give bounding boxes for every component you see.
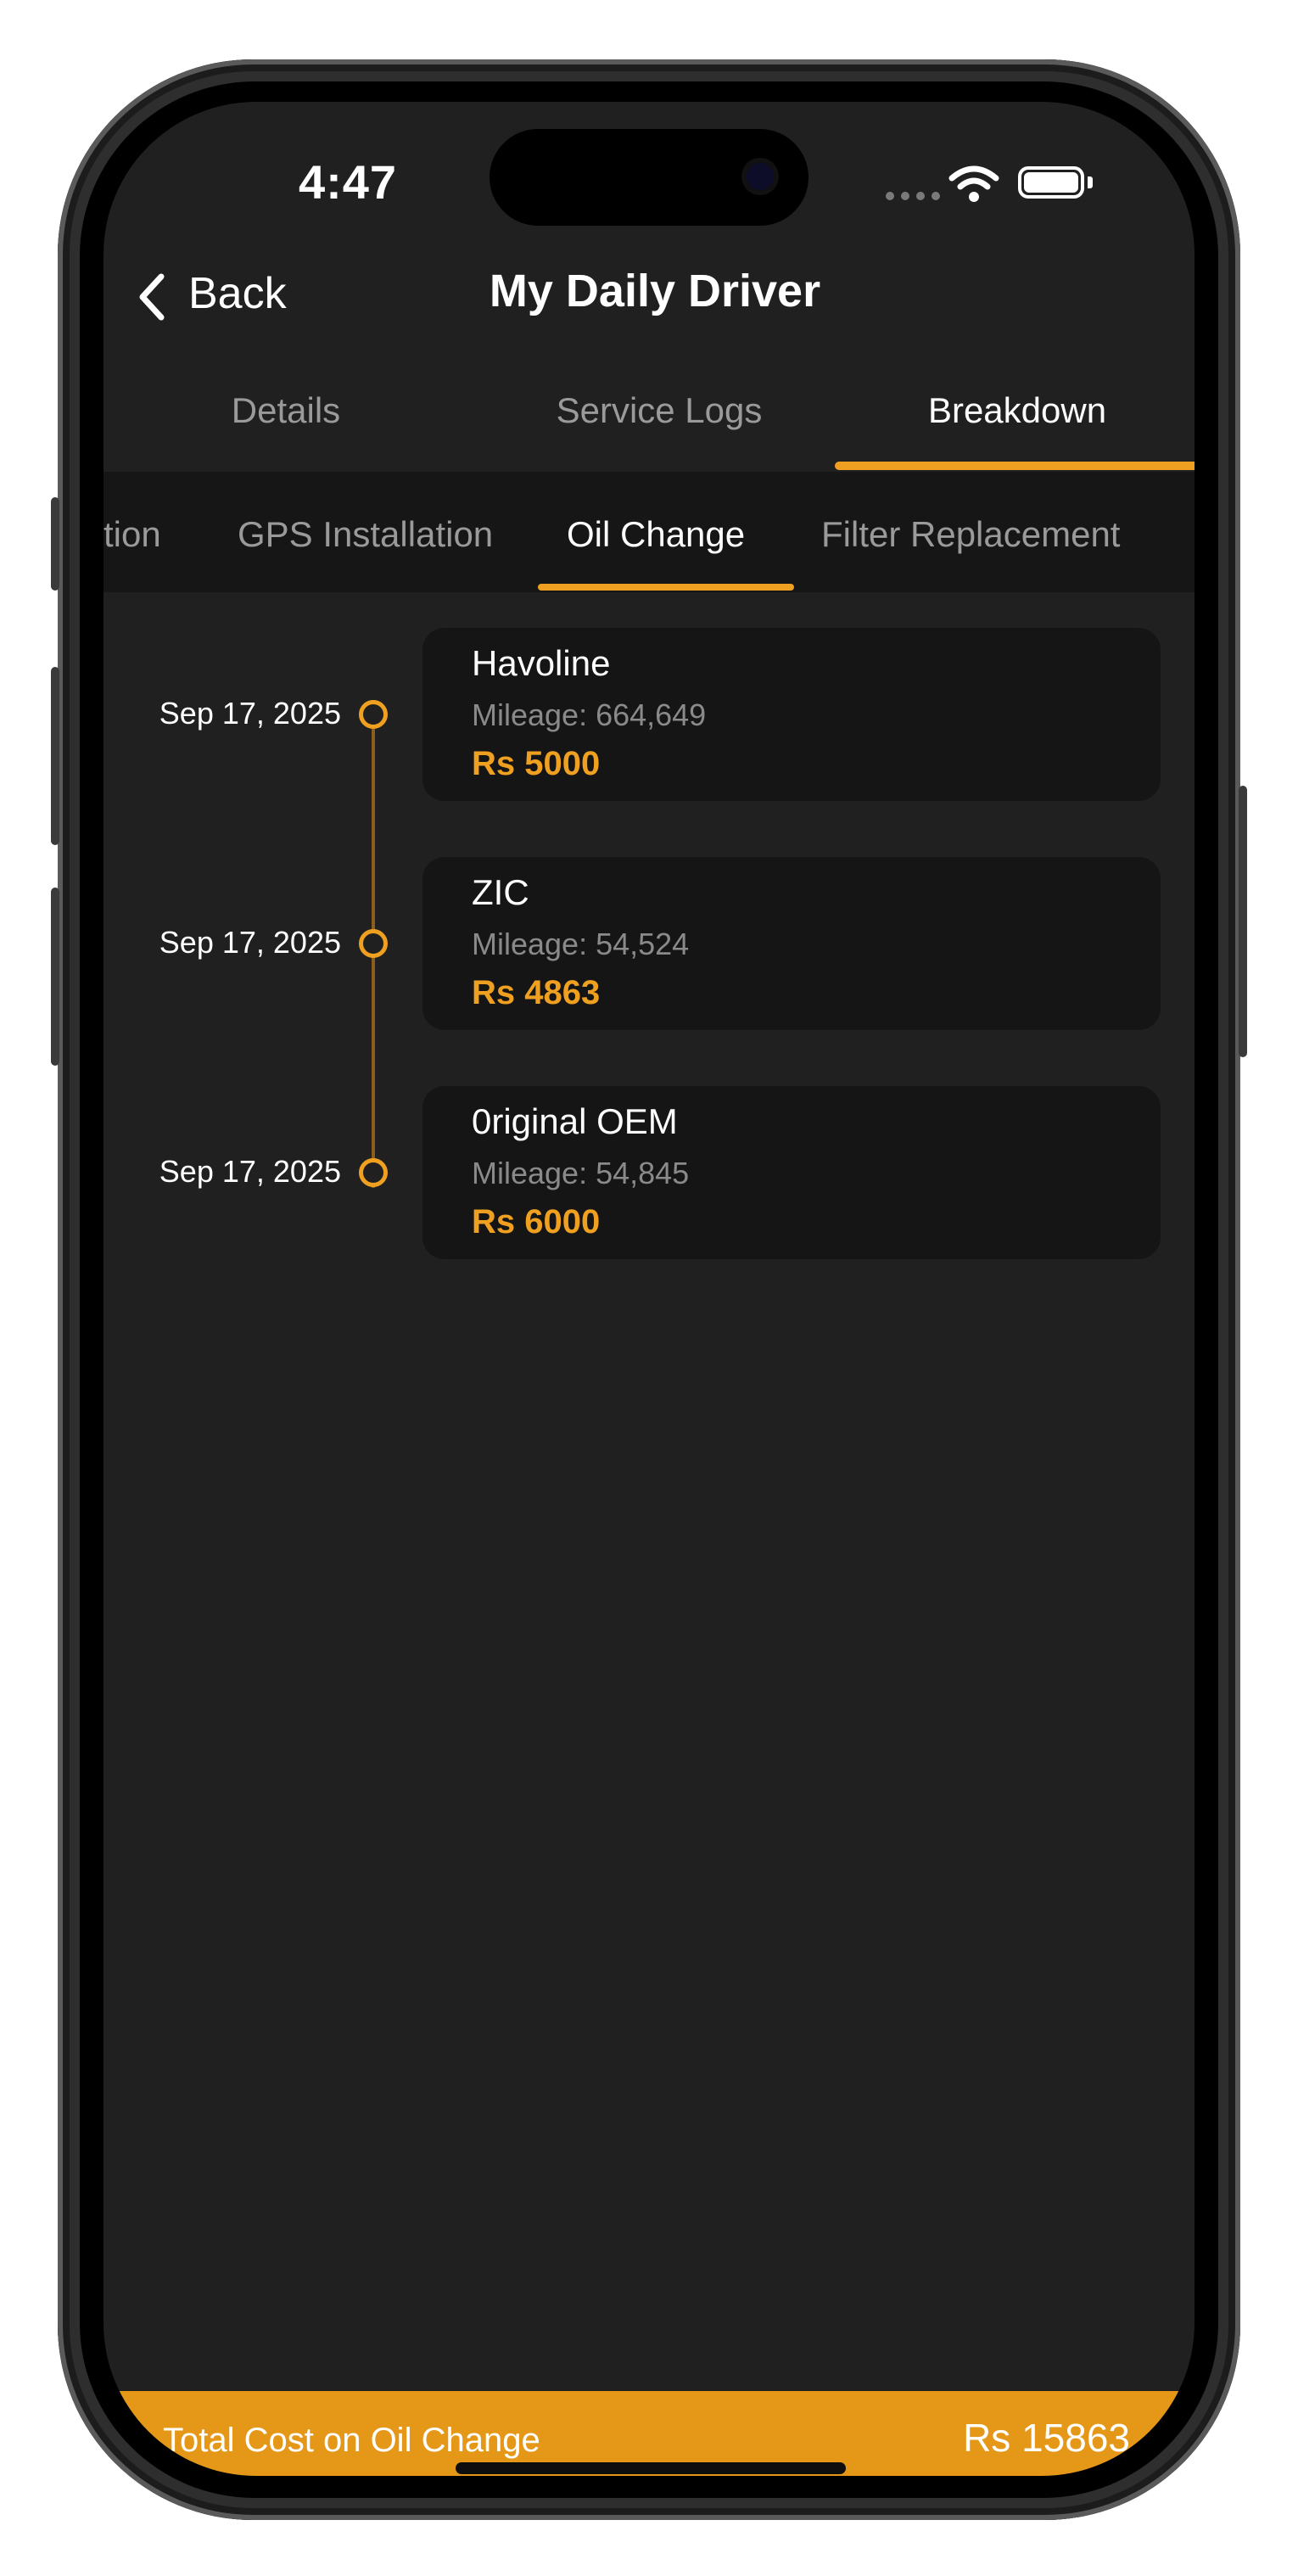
back-label: Back — [188, 269, 287, 318]
entry-title: Havoline — [472, 643, 611, 683]
entry-mileage: Mileage: 54,845 — [472, 1156, 690, 1190]
tab-service-logs[interactable]: Service Logs — [477, 390, 842, 431]
total-cost-label: Total Cost on Oil Change — [163, 2422, 540, 2459]
volume-down-button — [51, 888, 59, 1066]
home-indicator[interactable] — [456, 2462, 846, 2474]
total-cost-value: Rs 15863 — [963, 2416, 1130, 2460]
entry-date: Sep 17, 2025 — [159, 696, 341, 731]
entry-title: 0riginal OEM — [472, 1101, 678, 1141]
entry-cost: Rs 6000 — [472, 1203, 601, 1240]
tab-breakdown[interactable]: Breakdown — [835, 390, 1194, 431]
entry-cost: Rs 4863 — [472, 974, 601, 1011]
subtab-partial[interactable]: tion — [104, 514, 161, 555]
entry-date: Sep 17, 2025 — [159, 1154, 341, 1189]
entry-title: ZIC — [472, 872, 529, 912]
app-screen: 4:47 Back My Daily Driver Details Servic… — [104, 102, 1194, 2476]
subtab-oil-change[interactable]: Oil Change — [567, 514, 745, 555]
tab-details[interactable]: Details — [120, 390, 451, 431]
timeline-node — [359, 929, 388, 958]
entry-cost: Rs 5000 — [472, 745, 601, 782]
active-subtab-indicator — [538, 584, 794, 591]
status-time: 4:47 — [298, 155, 398, 209]
subtab-filter-replacement[interactable]: Filter Replacement — [821, 514, 1120, 555]
entry-date: Sep 17, 2025 — [159, 925, 341, 960]
dynamic-island — [490, 129, 808, 226]
entry-mileage: Mileage: 54,524 — [472, 927, 690, 961]
action-button — [51, 497, 59, 591]
active-tab-indicator — [835, 462, 1194, 470]
back-button[interactable]: Back — [129, 261, 358, 329]
battery-icon — [1018, 166, 1084, 199]
front-camera-icon — [747, 163, 774, 190]
service-entry-card[interactable]: ZIC Mileage: 54,524 Rs 4863 — [422, 857, 1161, 1030]
service-entry-card[interactable]: 0riginal OEM Mileage: 54,845 Rs 6000 — [422, 1086, 1161, 1259]
volume-up-button — [51, 667, 59, 845]
service-entry-card[interactable]: Havoline Mileage: 664,649 Rs 5000 — [422, 628, 1161, 801]
page-title: My Daily Driver — [489, 266, 821, 316]
timeline-node — [359, 1158, 388, 1187]
chevron-left-icon — [139, 273, 165, 321]
battery-cap — [1088, 176, 1093, 188]
power-button — [1239, 786, 1247, 1057]
cellular-signal-icon — [877, 102, 945, 212]
entry-mileage: Mileage: 664,649 — [472, 697, 707, 732]
subtab-gps-installation[interactable]: GPS Installation — [238, 514, 493, 555]
timeline-node — [359, 700, 388, 729]
wifi-icon — [948, 165, 999, 202]
